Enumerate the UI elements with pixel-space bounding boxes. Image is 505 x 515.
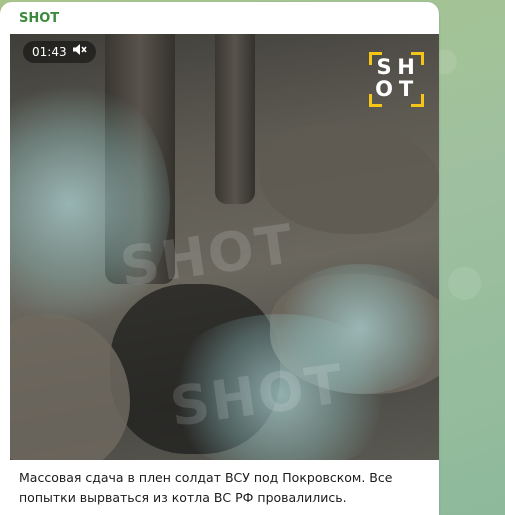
channel-name[interactable]: SHOT [19,11,59,26]
rock [10,314,130,460]
tree-trunk [215,34,255,204]
logo-letter: T [398,77,414,101]
logo-letter: S [376,55,392,79]
message-caption: Массовая сдача в плен солдат ВСУ под Пок… [19,470,393,505]
channel-message[interactable]: SHOT SHOT SHOT 01:43 S H O T Массовая сд… [0,2,439,515]
speaker-muted-icon[interactable] [72,41,87,63]
shot-logo: S H O T [369,52,424,107]
logo-letter: O [375,77,393,101]
video-duration: 01:43 [32,45,67,59]
logo-letter: H [397,55,415,79]
video-player[interactable]: SHOT SHOT 01:43 S H O T [10,34,439,460]
video-timer[interactable]: 01:43 [23,41,96,63]
